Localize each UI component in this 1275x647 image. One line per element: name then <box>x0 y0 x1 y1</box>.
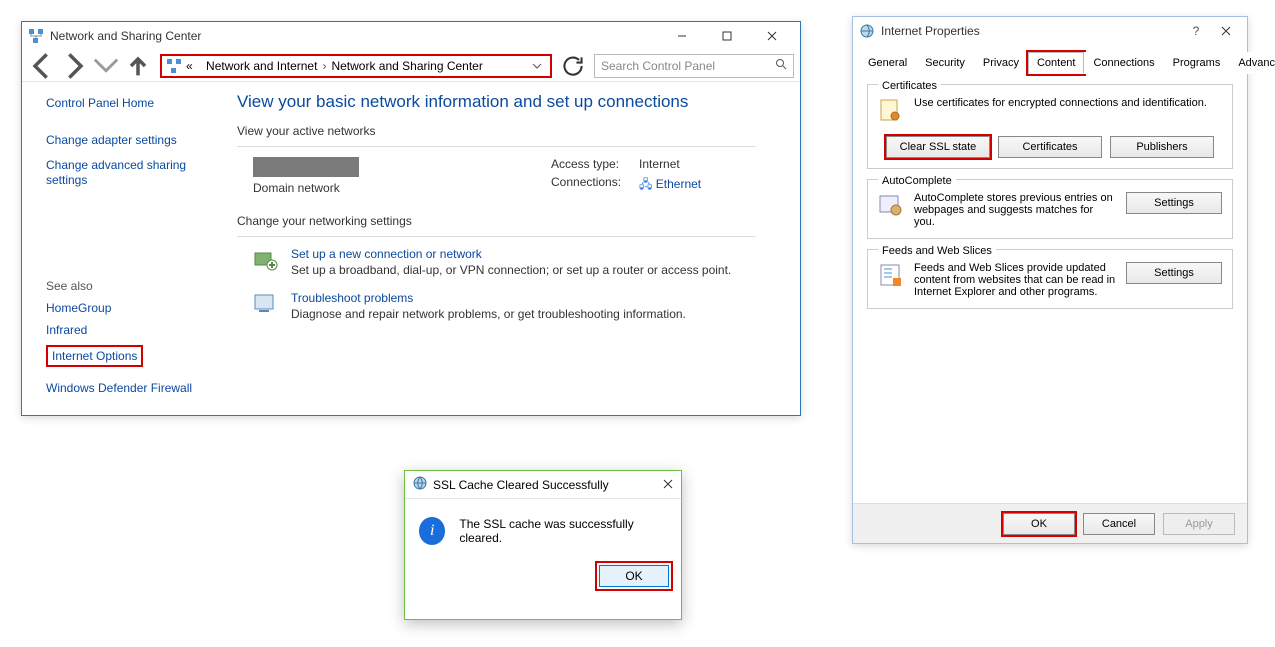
cancel-button[interactable]: Cancel <box>1083 513 1155 535</box>
active-networks-label: View your active networks <box>237 124 776 138</box>
task-troubleshoot-desc: Diagnose and repair network problems, or… <box>291 307 686 321</box>
certificates-title: Certificates <box>878 80 941 92</box>
back-button[interactable] <box>28 54 56 78</box>
up-button[interactable] <box>124 54 152 78</box>
troubleshoot-icon <box>253 291 279 317</box>
tab-general[interactable]: General <box>859 52 916 74</box>
forward-button[interactable] <box>60 54 88 78</box>
dialog-title: SSL Cache Cleared Successfully <box>433 478 663 492</box>
certificates-desc: Use certificates for encrypted connectio… <box>914 97 1222 109</box>
breadcrumb-prefix: « <box>186 59 193 73</box>
access-type-value: Internet <box>639 157 701 171</box>
breadcrumb-seg2[interactable]: Network and Sharing Center <box>331 59 482 73</box>
network-category: Domain network <box>253 181 359 195</box>
task-new-connection[interactable]: Set up a new connection or network <box>291 247 731 261</box>
maximize-button[interactable] <box>704 26 749 46</box>
tab-programs[interactable]: Programs <box>1164 52 1230 74</box>
title-bar: Internet Properties ? <box>853 17 1247 45</box>
ok-button[interactable]: OK <box>599 565 669 587</box>
certificate-icon <box>878 97 904 126</box>
tab-connections[interactable]: Connections <box>1084 52 1163 74</box>
internet-properties-window: Internet Properties ? General Security P… <box>852 16 1248 544</box>
connection-link[interactable]: Ethernet <box>656 177 701 191</box>
tab-advanced[interactable]: Advanced <box>1229 52 1275 74</box>
change-settings-label: Change your networking settings <box>237 214 776 228</box>
apply-button[interactable]: Apply <box>1163 513 1235 535</box>
feeds-settings-button[interactable]: Settings <box>1126 262 1222 284</box>
feeds-desc: Feeds and Web Slices provide updated con… <box>914 262 1116 298</box>
sidebar-infrared[interactable]: Infrared <box>46 323 227 337</box>
ethernet-icon: 🖧 <box>639 177 652 191</box>
window-title: Network and Sharing Center <box>50 29 659 43</box>
breadcrumb-seg1[interactable]: Network and Internet <box>206 59 317 73</box>
navigation-bar: « Network and Internet › Network and Sha… <box>22 50 800 82</box>
tab-content[interactable]: Content <box>1028 52 1085 74</box>
search-placeholder: Search Control Panel <box>601 59 715 73</box>
address-bar[interactable]: « Network and Internet › Network and Sha… <box>160 54 552 78</box>
tabs: General Security Privacy Content Connect… <box>859 51 1241 74</box>
chevron-right-icon: › <box>317 59 331 73</box>
certificates-group: Certificates Use certificates for encryp… <box>867 84 1233 169</box>
connection-details: Access type: Internet Connections: 🖧 Eth… <box>551 157 701 196</box>
panel-icon <box>166 58 182 74</box>
autocomplete-desc: AutoComplete stores previous entries on … <box>914 192 1116 228</box>
feeds-title: Feeds and Web Slices <box>878 245 996 257</box>
globe-icon <box>413 476 427 493</box>
autocomplete-icon <box>878 192 904 221</box>
sidebar-internet-options[interactable]: Internet Options <box>46 345 143 367</box>
connections-label: Connections: <box>551 175 621 196</box>
sidebar: Control Panel Home Change adapter settin… <box>22 82 237 413</box>
clear-ssl-button[interactable]: Clear SSL state <box>886 136 990 158</box>
minimize-button[interactable] <box>659 26 704 46</box>
tab-security[interactable]: Security <box>916 52 974 74</box>
ok-button[interactable]: OK <box>1003 513 1075 535</box>
info-icon: i <box>419 517 445 545</box>
task-new-connection-desc: Set up a broadband, dial-up, or VPN conn… <box>291 263 731 277</box>
close-button[interactable] <box>749 26 794 46</box>
autocomplete-group: AutoComplete AutoComplete stores previou… <box>867 179 1233 239</box>
address-dropdown-icon[interactable] <box>528 59 546 73</box>
sidebar-home[interactable]: Control Panel Home <box>46 96 227 111</box>
access-type-label: Access type: <box>551 157 621 171</box>
autocomplete-settings-button[interactable]: Settings <box>1126 192 1222 214</box>
dialog-message: The SSL cache was successfully cleared. <box>459 517 667 545</box>
title-bar: Network and Sharing Center <box>22 22 800 50</box>
window-title: Internet Properties <box>881 24 1181 38</box>
new-connection-icon <box>253 247 279 273</box>
sidebar-firewall[interactable]: Windows Defender Firewall <box>46 381 227 395</box>
network-sharing-window: Network and Sharing Center « Network and… <box>21 21 801 416</box>
search-input[interactable]: Search Control Panel <box>594 54 794 78</box>
ssl-cleared-dialog: SSL Cache Cleared Successfully i The SSL… <box>404 470 682 620</box>
main-pane: View your basic network information and … <box>237 82 800 413</box>
sidebar-homegroup[interactable]: HomeGroup <box>46 301 227 315</box>
publishers-button[interactable]: Publishers <box>1110 136 1214 158</box>
network-name-redacted <box>253 157 359 177</box>
tab-privacy[interactable]: Privacy <box>974 52 1028 74</box>
close-icon[interactable] <box>663 478 673 492</box>
close-button[interactable] <box>1211 21 1241 41</box>
task-troubleshoot[interactable]: Troubleshoot problems <box>291 291 686 305</box>
network-icon <box>28 28 44 44</box>
dialog-footer: OK Cancel Apply <box>853 503 1247 543</box>
globe-icon <box>859 23 875 39</box>
feeds-icon <box>878 262 904 291</box>
certificates-button[interactable]: Certificates <box>998 136 1102 158</box>
feeds-group: Feeds and Web Slices Feeds and Web Slice… <box>867 249 1233 309</box>
search-icon <box>775 58 787 73</box>
sidebar-adapter[interactable]: Change adapter settings <box>46 133 227 148</box>
main-heading: View your basic network information and … <box>237 92 776 112</box>
help-button[interactable]: ? <box>1181 21 1211 41</box>
autocomplete-title: AutoComplete <box>878 175 956 187</box>
sidebar-advanced[interactable]: Change advanced sharing settings <box>46 158 227 188</box>
refresh-button[interactable] <box>560 54 586 78</box>
see-also-heading: See also <box>46 279 227 293</box>
recent-dropdown-icon[interactable] <box>92 54 120 78</box>
